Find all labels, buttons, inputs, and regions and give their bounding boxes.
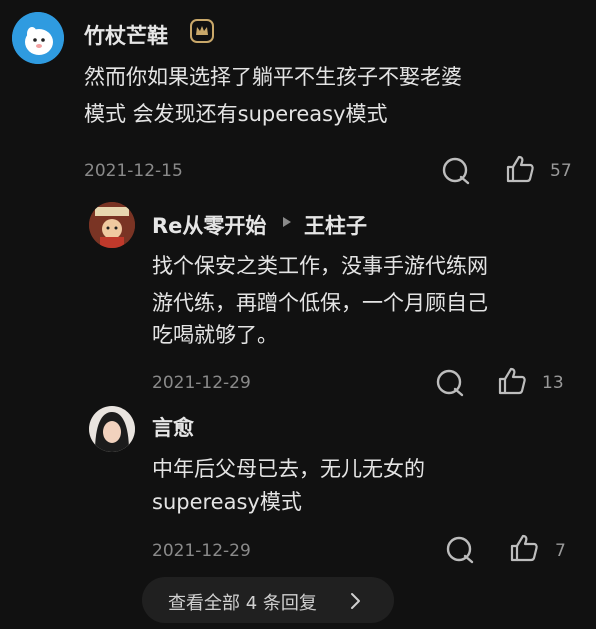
like-icon[interactable]	[509, 533, 539, 563]
reply-text-line-2: 游代练，再蹭个低保，一个月顾自己	[152, 291, 488, 315]
avatar[interactable]	[12, 12, 64, 64]
like-icon[interactable]	[497, 366, 527, 396]
reply-date: 2021-12-29	[152, 541, 251, 561]
reply-date: 2021-12-29	[152, 373, 251, 393]
crown-badge-icon	[189, 18, 215, 44]
reply-text-line-1: 找个保安之类工作，没事手游代练网	[152, 254, 488, 278]
chevron-right-icon	[350, 592, 362, 610]
like-count: 7	[555, 541, 566, 561]
reply-username[interactable]: 言愈	[152, 412, 194, 442]
view-all-replies-label: 查看全部 4 条回复	[168, 593, 317, 614]
like-icon[interactable]	[505, 154, 535, 184]
reply-avatar[interactable]	[89, 202, 135, 248]
comment-reply-icon[interactable]	[441, 156, 471, 186]
reply-arrow-icon	[282, 216, 292, 228]
like-count: 13	[542, 373, 564, 393]
reply-avatar[interactable]	[89, 406, 135, 452]
reply-text-line-2: supereasy模式	[152, 490, 302, 514]
reply-text-line-1: 中年后父母已去，无儿无女的	[152, 457, 425, 481]
view-all-replies-button[interactable]: 查看全部 4 条回复	[142, 577, 394, 623]
like-count: 57	[550, 161, 572, 181]
comment-date: 2021-12-15	[84, 161, 183, 181]
comment-text-line-1: 然而你如果选择了躺平不生孩子不娶老婆	[84, 65, 462, 89]
reply-to-username[interactable]: 王柱子	[304, 210, 367, 240]
comment-reply-icon[interactable]	[435, 368, 465, 398]
username[interactable]: 竹杖芒鞋	[84, 20, 168, 50]
comment-text-line-2: 模式 会发现还有supereasy模式	[84, 102, 388, 126]
reply-text-line-3: 吃喝就够了。	[152, 323, 278, 347]
comment-reply-icon[interactable]	[445, 535, 475, 565]
reply-username[interactable]: Re从零开始	[152, 210, 266, 240]
